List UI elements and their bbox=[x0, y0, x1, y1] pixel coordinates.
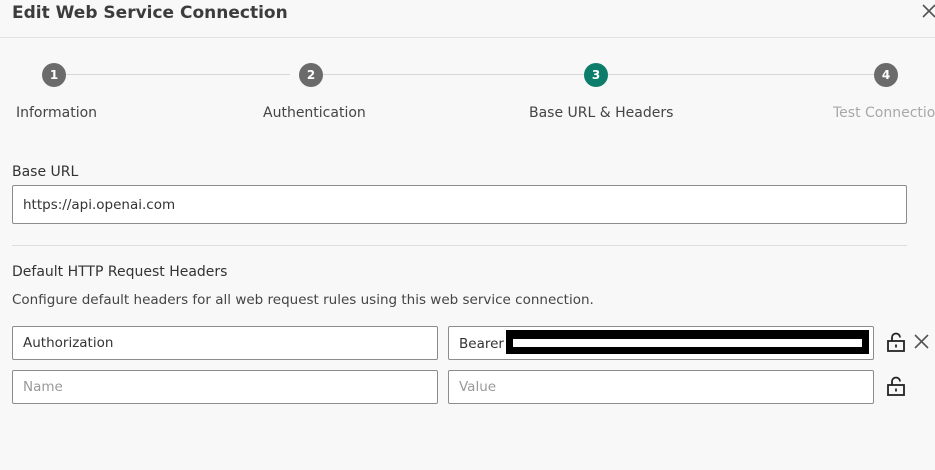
step-3-circle[interactable]: 3 bbox=[584, 63, 608, 87]
redacted-token bbox=[506, 330, 869, 354]
close-icon[interactable] bbox=[920, 1, 935, 23]
redaction-inner bbox=[513, 339, 862, 347]
headers-section-title: Default HTTP Request Headers bbox=[12, 264, 228, 280]
step-2-label[interactable]: Authentication bbox=[263, 104, 366, 122]
header-value-input[interactable]: Bearer bbox=[448, 326, 874, 360]
step-1-label[interactable]: Information bbox=[16, 104, 97, 122]
section-divider bbox=[12, 245, 907, 246]
headers-section-description: Configure default headers for all web re… bbox=[12, 292, 594, 308]
header-value-input-empty[interactable] bbox=[448, 370, 874, 404]
step-4-label[interactable]: Test Connection bbox=[833, 104, 935, 122]
unlock-icon[interactable] bbox=[886, 375, 906, 397]
step-1-circle[interactable]: 1 bbox=[42, 63, 66, 87]
step-connector bbox=[608, 74, 874, 75]
step-4-circle[interactable]: 4 bbox=[874, 63, 898, 87]
dialog-title: Edit Web Service Connection bbox=[12, 3, 288, 23]
step-connector bbox=[323, 74, 584, 75]
base-url-label: Base URL bbox=[12, 164, 79, 180]
remove-header-icon[interactable] bbox=[912, 331, 932, 353]
header-name-input[interactable] bbox=[12, 326, 438, 360]
wizard-stepper: 1 2 3 4 Information Authentication Base … bbox=[0, 38, 935, 138]
step-2-circle[interactable]: 2 bbox=[299, 63, 323, 87]
header-value-text: Bearer bbox=[459, 336, 504, 352]
edit-web-service-dialog: Edit Web Service Connection 1 2 3 4 Info… bbox=[0, 0, 935, 470]
header-name-input-empty[interactable] bbox=[12, 370, 438, 404]
base-url-input[interactable] bbox=[12, 185, 907, 224]
unlock-icon[interactable] bbox=[886, 331, 906, 353]
dialog-header: Edit Web Service Connection bbox=[0, 0, 935, 38]
step-3-label[interactable]: Base URL & Headers bbox=[529, 104, 673, 122]
step-connector bbox=[66, 74, 290, 75]
